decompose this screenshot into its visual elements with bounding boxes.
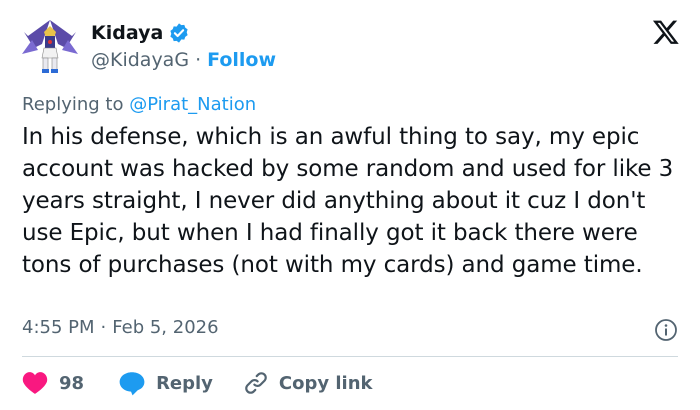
like-button[interactable]: 98 [22, 371, 84, 395]
author-handle[interactable]: @KidayaG [91, 49, 189, 71]
info-icon[interactable] [654, 318, 678, 342]
reply-bubble-icon[interactable] [118, 370, 146, 396]
reply-label[interactable]: Reply [156, 373, 213, 394]
timestamp-separator: · [100, 317, 107, 338]
replying-to: Replying to @Pirat_Nation [22, 94, 256, 115]
separator-dot: · [195, 49, 202, 71]
tweet-timestamp[interactable]: 4:55 PM · Feb 5, 2026 [22, 317, 219, 338]
divider [22, 356, 678, 357]
like-count: 98 [59, 372, 85, 394]
avatar[interactable] [20, 14, 80, 74]
link-icon[interactable] [243, 370, 269, 396]
tweet-date[interactable]: Feb 5, 2026 [112, 317, 218, 338]
replying-prefix: Replying to [22, 94, 130, 115]
reply-mention-link[interactable]: @Pirat_Nation [129, 94, 256, 115]
tweet-time[interactable]: 4:55 PM [22, 317, 95, 338]
copy-link-label[interactable]: Copy link [279, 373, 373, 394]
follow-button[interactable]: Follow [207, 49, 276, 71]
verified-badge-icon [170, 23, 188, 43]
x-logo-icon[interactable] [652, 18, 680, 46]
reply-button[interactable]: Reply [118, 370, 213, 396]
tweet-text: In his defense, which is an awful thing … [22, 124, 674, 278]
action-bar: 98 Reply Copy link [22, 370, 373, 396]
author-display-name[interactable]: Kidaya [91, 22, 163, 44]
heart-icon[interactable] [22, 371, 48, 395]
copy-link-button[interactable]: Copy link [243, 370, 373, 396]
